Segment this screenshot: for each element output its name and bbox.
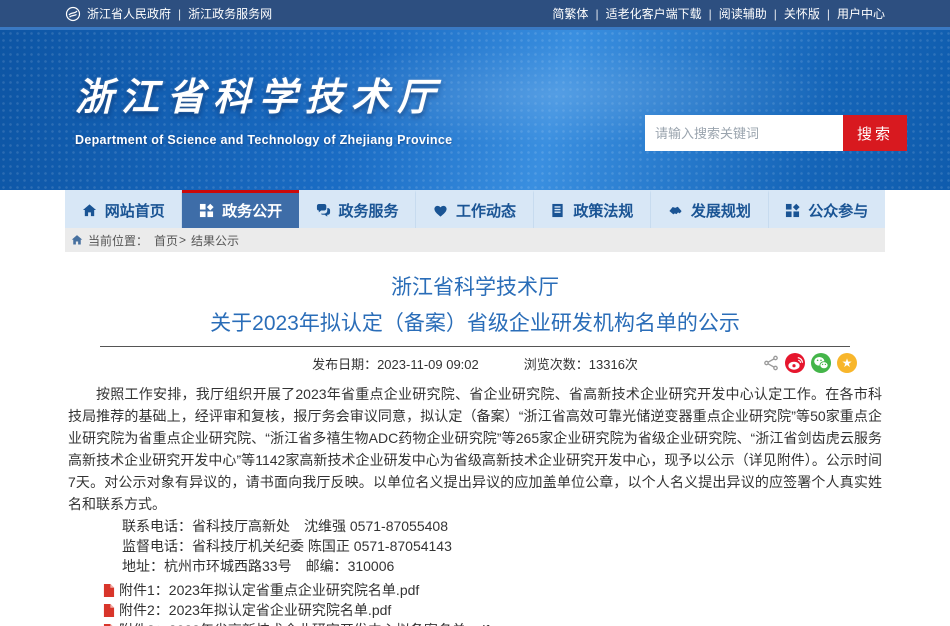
attachment-link-3[interactable]: 附件3：2023年省高新技术企业研究开发中心拟备案名单.pdf <box>103 620 885 626</box>
nav-item-gov-services[interactable]: 政务服务 <box>299 190 416 228</box>
attachment-link-1[interactable]: 附件1：2023年拟认定省重点企业研究院名单.pdf <box>103 580 885 600</box>
breadcrumb-current-page: 结果公示 <box>191 232 239 249</box>
attachment-link-2[interactable]: 附件2：2023年拟认定省企业研究院名单.pdf <box>103 600 885 620</box>
search-button[interactable]: 搜索 <box>843 115 907 151</box>
pdf-file-icon <box>103 584 115 597</box>
publish-date: 发布日期：2023-11-09 09:02 <box>312 354 479 373</box>
heart-icon <box>433 203 448 218</box>
nav-label: 网站首页 <box>105 200 165 221</box>
contact-phone-line: 联系电话：省科技厅高新处 沈维强 0571-87055408 <box>122 517 885 536</box>
main-nav: 网站首页 政务公开 政务服务 工作动态 政策法规 发展规划 公众参与 <box>65 190 885 228</box>
zhejiang-gov-logo-icon <box>65 6 81 22</box>
share-icons: ★ <box>763 353 857 373</box>
site-name-english: Department of Science and Technology of … <box>75 133 452 147</box>
attachments-list: 附件1：2023年拟认定省重点企业研究院名单.pdf 附件2：2023年拟认定省… <box>103 580 885 626</box>
link-reading-assist[interactable]: 阅读辅助 <box>719 5 784 22</box>
nav-label: 政策法规 <box>573 200 633 221</box>
grid-icon <box>199 203 214 218</box>
pdf-file-icon <box>103 604 115 617</box>
nav-item-home[interactable]: 网站首页 <box>65 190 182 228</box>
breadcrumb: 当前位置： 首页 > 结果公示 <box>65 228 885 252</box>
breadcrumb-separator: > <box>179 233 186 247</box>
search-input[interactable] <box>645 115 843 151</box>
breadcrumb-prefix: 当前位置： <box>88 232 148 249</box>
article-meta-row: 发布日期：2023-11-09 09:02 浏览次数：13316次 ★ <box>65 347 885 379</box>
search-box: 搜索 <box>645 115 907 151</box>
home-icon <box>82 203 97 218</box>
breadcrumb-home-icon <box>71 234 83 246</box>
nav-label: 公众参与 <box>808 200 868 221</box>
article-body-paragraph: 按照工作安排，我厅组织开展了2023年省重点企业研究院、省企业研究院、省高新技术… <box>65 383 885 515</box>
attachment-label: 附件1：2023年拟认定省重点企业研究院名单.pdf <box>119 580 419 600</box>
weibo-share-icon[interactable] <box>785 353 805 373</box>
breadcrumb-link-home[interactable]: 首页 <box>154 232 178 249</box>
handshake-icon <box>668 203 683 218</box>
link-zhejiang-service[interactable]: 浙江政务服务网 <box>188 5 272 22</box>
link-user-center[interactable]: 用户中心 <box>837 5 885 22</box>
nav-label: 工作动态 <box>456 200 516 221</box>
attachment-label: 附件3：2023年省高新技术企业研究开发中心拟备案名单.pdf <box>119 620 489 626</box>
top-utility-bar: 浙江省人民政府 浙江政务服务网 简繁体 适老化客户端下载 阅读辅助 关怀版 用户… <box>0 0 950 30</box>
link-care-version[interactable]: 关怀版 <box>784 5 837 22</box>
topbar-right-links: 简繁体 适老化客户端下载 阅读辅助 关怀版 用户中心 <box>552 5 885 22</box>
address-line: 地址：杭州市环城西路33号 邮编：310006 <box>122 557 885 576</box>
attachment-label: 附件2：2023年拟认定省企业研究院名单.pdf <box>119 600 391 620</box>
article-content: 浙江省科学技术厅 关于2023年拟认定（备案）省级企业研发机构名单的公示 发布日… <box>65 252 885 626</box>
nav-label: 政务服务 <box>339 200 399 221</box>
article-title-line2: 关于2023年拟认定（备案）省级企业研发机构名单的公示 <box>65 312 885 336</box>
star-icon: ★ <box>842 357 853 369</box>
article-title-line1: 浙江省科学技术厅 <box>65 276 885 300</box>
site-name: 浙江省科学技术厅 <box>75 66 452 121</box>
wechat-share-icon[interactable] <box>811 353 831 373</box>
nav-item-work-updates[interactable]: 工作动态 <box>416 190 533 228</box>
document-icon <box>550 203 565 218</box>
supervision-phone-line: 监督电话：省科技厅机关纪委 陈国正 0571-87054143 <box>122 537 885 556</box>
link-simplified-traditional[interactable]: 简繁体 <box>552 5 605 22</box>
topbar-left-links: 浙江省人民政府 浙江政务服务网 <box>65 5 272 22</box>
nav-label: 政务公开 <box>222 200 282 221</box>
share-nodes-icon[interactable] <box>763 355 779 371</box>
grid-icon <box>785 203 800 218</box>
link-zhejiang-gov[interactable]: 浙江省人民政府 <box>87 5 188 22</box>
nav-item-public-participation[interactable]: 公众参与 <box>769 190 885 228</box>
qzone-share-icon[interactable]: ★ <box>837 353 857 373</box>
view-count: 浏览次数：13316次 <box>524 354 638 373</box>
site-logo: 浙江省科学技术厅 Department of Science and Techn… <box>75 66 452 147</box>
chat-bubbles-icon <box>316 203 331 218</box>
site-banner: 浙江省科学技术厅 Department of Science and Techn… <box>0 30 950 190</box>
nav-item-policies[interactable]: 政策法规 <box>534 190 651 228</box>
nav-label: 发展规划 <box>691 200 751 221</box>
link-elderly-client-download[interactable]: 适老化客户端下载 <box>606 5 719 22</box>
contact-block: 联系电话：省科技厅高新处 沈维强 0571-87055408 监督电话：省科技厅… <box>122 517 885 576</box>
nav-item-development-plans[interactable]: 发展规划 <box>651 190 768 228</box>
nav-item-gov-disclosure[interactable]: 政务公开 <box>182 190 298 228</box>
